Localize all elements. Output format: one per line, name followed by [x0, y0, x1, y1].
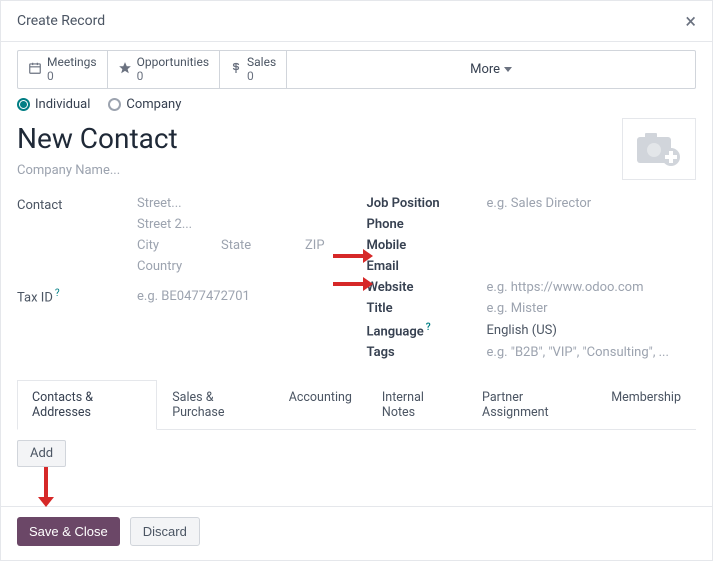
help-icon[interactable]: ? — [55, 288, 60, 299]
opportunities-stat[interactable]: Opportunities 0 — [108, 51, 220, 88]
radio-individual[interactable]: Individual — [17, 97, 90, 112]
stat-bar: Meetings 0 Opportunities 0 Sales — [17, 50, 696, 89]
street-field[interactable]: Street... — [137, 196, 347, 211]
taxid-label: Tax ID? — [17, 288, 137, 305]
language-label: Language? — [367, 322, 487, 339]
annotation-arrow-icon — [35, 465, 57, 507]
tab-internal-notes[interactable]: Internal Notes — [367, 380, 467, 430]
tabs: Contacts & Addresses Sales & Purchase Ac… — [17, 380, 696, 430]
meetings-stat[interactable]: Meetings 0 — [18, 51, 108, 88]
dollar-icon — [230, 61, 242, 78]
radio-company[interactable]: Company — [108, 97, 181, 112]
job-label: Job Position — [367, 196, 487, 211]
create-record-modal: Create Record × Meetings 0 Opportunities — [0, 0, 713, 561]
website-label: Website — [367, 280, 487, 295]
title-field[interactable]: e.g. Mister — [487, 301, 697, 316]
save-close-button[interactable]: Save & Close — [17, 517, 120, 546]
right-column: Job Position e.g. Sales Director Phone M… — [367, 196, 697, 366]
sales-count: 0 — [247, 69, 276, 83]
help-icon[interactable]: ? — [426, 322, 431, 333]
more-stat-dropdown[interactable]: More — [287, 51, 695, 88]
sales-stat[interactable]: Sales 0 — [220, 51, 287, 88]
modal-header: Create Record × — [1, 1, 712, 42]
title-label: Title — [367, 301, 487, 316]
page-title[interactable]: New Contact — [17, 122, 178, 155]
meetings-label: Meetings — [47, 55, 97, 69]
discard-button[interactable]: Discard — [130, 517, 200, 546]
contact-label: Contact — [17, 196, 137, 274]
sales-label: Sales — [247, 55, 276, 69]
country-field[interactable]: Country — [137, 259, 347, 274]
job-field[interactable]: e.g. Sales Director — [487, 196, 697, 211]
left-column: Contact Street... Street 2... City State… — [17, 196, 347, 366]
website-field[interactable]: e.g. https://www.odoo.com — [487, 280, 697, 295]
camera-plus-icon — [635, 129, 683, 169]
tab-contacts-addresses[interactable]: Contacts & Addresses — [17, 380, 157, 430]
tags-label: Tags — [367, 345, 487, 360]
taxid-field[interactable]: e.g. BE0477472701 — [137, 289, 347, 304]
calendar-icon — [28, 61, 42, 78]
chevron-down-icon — [504, 67, 512, 72]
add-button[interactable]: Add — [17, 440, 66, 467]
language-field[interactable]: English (US) — [487, 323, 697, 338]
opportunities-label: Opportunities — [137, 55, 209, 69]
email-label: Email — [367, 259, 487, 274]
company-name-field[interactable]: Company Name... — [17, 163, 178, 178]
opportunities-count: 0 — [137, 69, 209, 83]
tab-sales-purchase[interactable]: Sales & Purchase — [157, 380, 273, 430]
modal-footer: Save & Close Discard — [1, 506, 712, 560]
tab-accounting[interactable]: Accounting — [274, 380, 367, 430]
phone-label: Phone — [367, 217, 487, 232]
tags-field[interactable]: e.g. "B2B", "VIP", "Consulting", ... — [487, 345, 697, 360]
meetings-count: 0 — [47, 69, 97, 83]
state-field[interactable]: State — [221, 238, 281, 253]
avatar-upload[interactable] — [622, 118, 696, 180]
annotation-arrow-icon — [331, 276, 373, 292]
close-icon[interactable]: × — [685, 11, 696, 31]
tab-partner-assignment[interactable]: Partner Assignment — [467, 380, 596, 430]
tab-membership[interactable]: Membership — [596, 380, 696, 430]
mobile-label: Mobile — [367, 238, 487, 253]
annotation-arrow-icon — [331, 248, 373, 264]
star-icon — [118, 61, 132, 78]
street2-field[interactable]: Street 2... — [137, 217, 347, 232]
contact-type-radio-group: Individual Company — [17, 97, 696, 112]
modal-title: Create Record — [17, 13, 105, 29]
city-field[interactable]: City — [137, 238, 197, 253]
